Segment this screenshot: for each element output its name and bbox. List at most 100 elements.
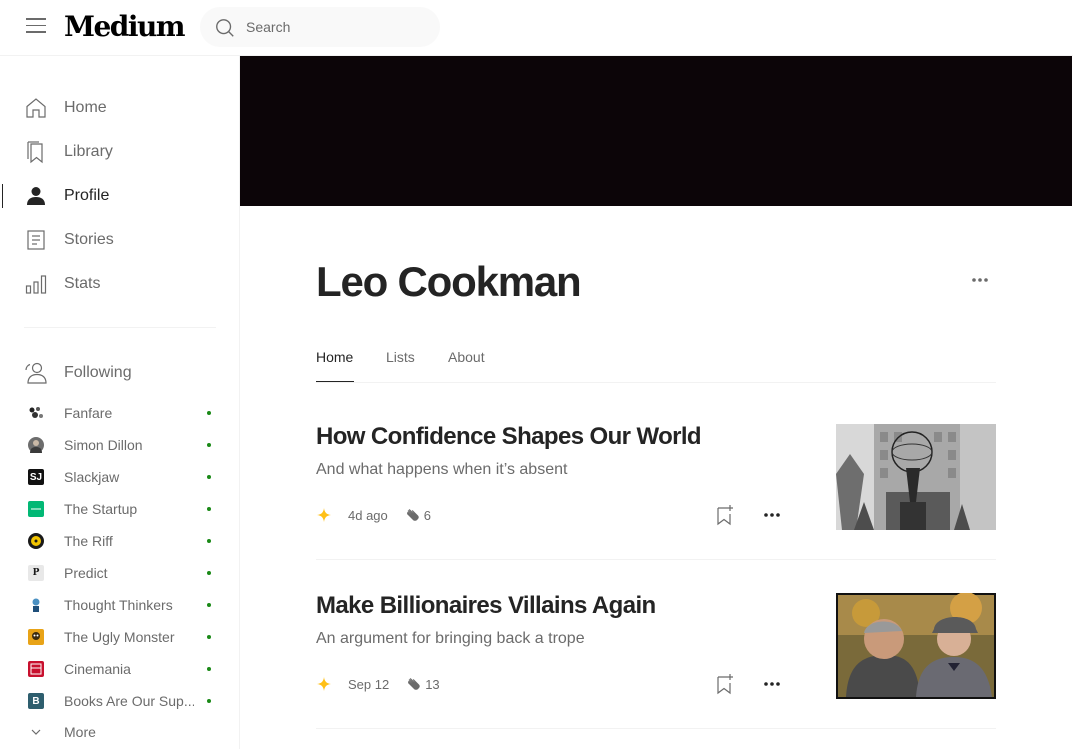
following-item-slackjaw[interactable]: SJ Slackjaw [28, 467, 218, 487]
bookmark-add-icon [717, 505, 733, 526]
sidebar-item-library[interactable]: Library [24, 138, 113, 166]
more-icon [764, 513, 780, 517]
article-card: Make Billionaires Villains Again An argu… [316, 592, 996, 729]
bookmark-add-icon [717, 674, 733, 695]
more-icon [972, 278, 988, 282]
new-post-dot [207, 539, 211, 543]
profile-name: Leo Cookman [316, 258, 582, 305]
clap-icon [408, 678, 420, 690]
new-post-dot [207, 603, 211, 607]
active-indicator [2, 184, 3, 208]
publication-avatar: B [28, 693, 44, 709]
following-item-name: The Riff [64, 533, 113, 549]
clap-number: 6 [423, 507, 431, 523]
article-more-button[interactable] [762, 505, 782, 530]
top-bar: Medium [0, 0, 1073, 56]
profile-tabs: Home Lists About [316, 340, 996, 383]
following-item-name: Slackjaw [64, 469, 120, 485]
publication-avatar: SJ [28, 469, 44, 485]
sidebar-item-profile[interactable]: Profile [24, 182, 109, 210]
following-icon [24, 361, 48, 385]
article-date: 4d ago [348, 507, 388, 523]
publication-avatar [28, 661, 44, 677]
publication-avatar [28, 405, 44, 421]
tab-about[interactable]: About [448, 349, 485, 365]
tab-active-underline [316, 381, 354, 382]
sidebar-item-label: Following [64, 364, 132, 381]
publication-avatar [28, 533, 44, 549]
clap-count[interactable]: 6 [404, 507, 431, 523]
following-item-name: Books Are Our Sup... [64, 693, 194, 709]
sidebar-item-stories[interactable]: Stories [24, 226, 114, 254]
following-item-cinemania[interactable]: Cinemania [28, 659, 218, 679]
more-label: More [64, 724, 96, 740]
sidebar-item-following[interactable]: Following [24, 359, 132, 387]
following-item-thought-thinkers[interactable]: Thought Thinkers [28, 595, 218, 615]
sidebar-item-label: Profile [64, 187, 110, 204]
article-meta: 4d ago 6 [316, 505, 431, 525]
search-icon [216, 19, 234, 37]
save-button[interactable] [713, 503, 737, 532]
new-post-dot [207, 507, 211, 511]
following-item-name: Predict [64, 565, 108, 581]
new-post-dot [207, 667, 211, 671]
sidebar-item-home[interactable]: Home [24, 94, 107, 122]
article-date: Sep 12 [348, 676, 390, 692]
search-input[interactable] [246, 17, 426, 37]
profile-more-button[interactable] [966, 268, 994, 292]
medium-logo[interactable]: Medium [64, 10, 186, 43]
save-button[interactable] [713, 672, 737, 701]
article-subtitle: An argument for bringing back a trope [316, 630, 585, 647]
article-thumbnail[interactable] [836, 593, 996, 699]
new-post-dot [207, 443, 211, 447]
sidebar-item-label: Stats [64, 275, 101, 292]
tab-lists[interactable]: Lists [386, 349, 415, 365]
sidebar: Home Library Profile Stories Stats Follo… [0, 56, 240, 749]
article-title[interactable]: Make Billionaires Villains Again [316, 592, 656, 620]
chevron-down-icon [31, 729, 41, 735]
publication-avatar [28, 501, 44, 517]
more-icon [764, 682, 780, 686]
new-post-dot [207, 571, 211, 575]
sidebar-item-label: Home [64, 99, 107, 116]
new-post-dot [207, 411, 211, 415]
home-icon [24, 96, 48, 120]
following-more-button[interactable]: More [28, 724, 96, 740]
sidebar-divider [24, 327, 216, 328]
sidebar-item-stats[interactable]: Stats [24, 270, 100, 298]
new-post-dot [207, 699, 211, 703]
stories-icon [24, 228, 48, 252]
following-item-name: Thought Thinkers [64, 597, 173, 613]
profile-banner [240, 56, 1072, 206]
following-item-name: Fanfare [64, 405, 113, 421]
clap-count[interactable]: 13 [405, 676, 440, 692]
publication-avatar [28, 597, 44, 613]
following-item-the-startup[interactable]: The Startup [28, 499, 218, 519]
publication-avatar [28, 629, 44, 645]
following-item-books-are-our-superpower[interactable]: B Books Are Our Sup... [28, 691, 218, 711]
article-thumbnail[interactable] [836, 424, 996, 530]
following-item-simon-dillon[interactable]: Simon Dillon [28, 435, 218, 455]
following-item-name: Simon Dillon [64, 437, 143, 453]
article-card: How Confidence Shapes Our World And what… [316, 423, 996, 560]
bookmark-icon [24, 140, 48, 164]
new-post-dot [207, 635, 211, 639]
following-item-the-riff[interactable]: The Riff [28, 531, 218, 551]
article-meta: Sep 12 13 [316, 674, 440, 694]
stats-icon [24, 272, 48, 296]
tab-home[interactable]: Home [316, 349, 353, 365]
new-post-dot [207, 475, 211, 479]
sidebar-item-label: Stories [64, 231, 114, 248]
article-title[interactable]: How Confidence Shapes Our World [316, 423, 702, 451]
following-item-name: The Startup [64, 501, 138, 517]
avatar [28, 437, 44, 453]
search-box[interactable] [200, 7, 440, 47]
following-item-predict[interactable]: P Predict [28, 563, 218, 583]
following-item-name: The Ugly Monster [64, 629, 175, 645]
article-subtitle: And what happens when it’s absent [316, 461, 568, 478]
article-more-button[interactable] [762, 674, 782, 699]
following-item-fanfare[interactable]: Fanfare [28, 403, 218, 423]
following-item-the-ugly-monster[interactable]: The Ugly Monster [28, 627, 218, 647]
menu-icon[interactable] [26, 18, 46, 36]
sidebar-item-label: Library [64, 143, 113, 160]
